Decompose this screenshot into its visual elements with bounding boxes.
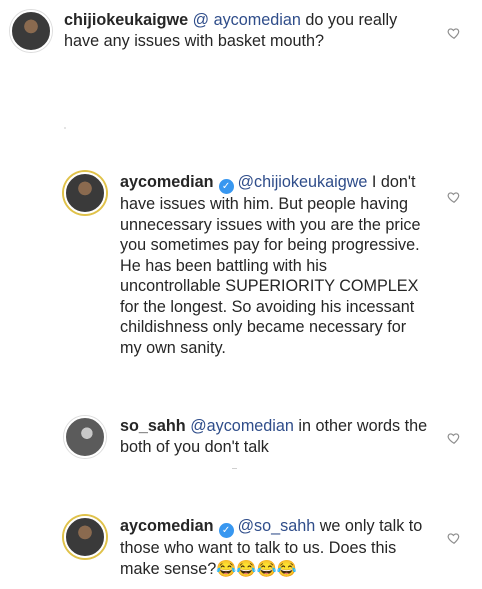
avatar[interactable] [10, 10, 52, 52]
heart-icon[interactable] [447, 190, 461, 204]
avatar[interactable] [64, 172, 106, 214]
divider [64, 127, 66, 129]
heart-icon[interactable] [447, 431, 461, 445]
comment-mention[interactable]: @so_sahh [238, 517, 316, 535]
comment-mention[interactable]: @aycomedian [190, 417, 294, 435]
divider [232, 468, 237, 469]
comment-username[interactable]: aycomedian [120, 173, 214, 191]
comment-username[interactable]: chijiokeukaigwe [64, 11, 188, 29]
verified-badge-icon: ✓ [218, 179, 234, 194]
comment-body: I don't have issues with him. But people… [120, 173, 421, 357]
comment-text: aycomedian ✓ @so_sahh we only talk to thos… [120, 516, 432, 579]
comment-mention[interactable]: @chijiokeukaigwe [238, 173, 368, 191]
comment-username[interactable]: so_sahh [120, 417, 186, 435]
comment-username[interactable]: aycomedian [120, 517, 214, 535]
comment-text: aycomedian ✓ @chijiokeukaigwe I don't have… [120, 172, 432, 358]
avatar[interactable] [64, 416, 106, 458]
heart-icon[interactable] [447, 531, 461, 545]
heart-icon[interactable] [447, 26, 461, 40]
comment-item: chijiokeukaigwe @ aycomedian do you real… [10, 10, 440, 52]
avatar[interactable] [64, 516, 106, 558]
comment-item: aycomedian ✓ @chijiokeukaigwe I don't have… [64, 172, 444, 358]
comment-item: so_sahh @aycomedian in other words the b… [64, 416, 444, 458]
comment-item: aycomedian ✓ @so_sahh we only talk to thos… [64, 516, 444, 579]
verified-badge-icon: ✓ [218, 523, 234, 538]
comment-mention[interactable]: @ aycomedian [193, 11, 301, 29]
comment-text: chijiokeukaigwe @ aycomedian do you real… [64, 10, 434, 51]
comment-text: so_sahh @aycomedian in other words the b… [120, 416, 432, 457]
